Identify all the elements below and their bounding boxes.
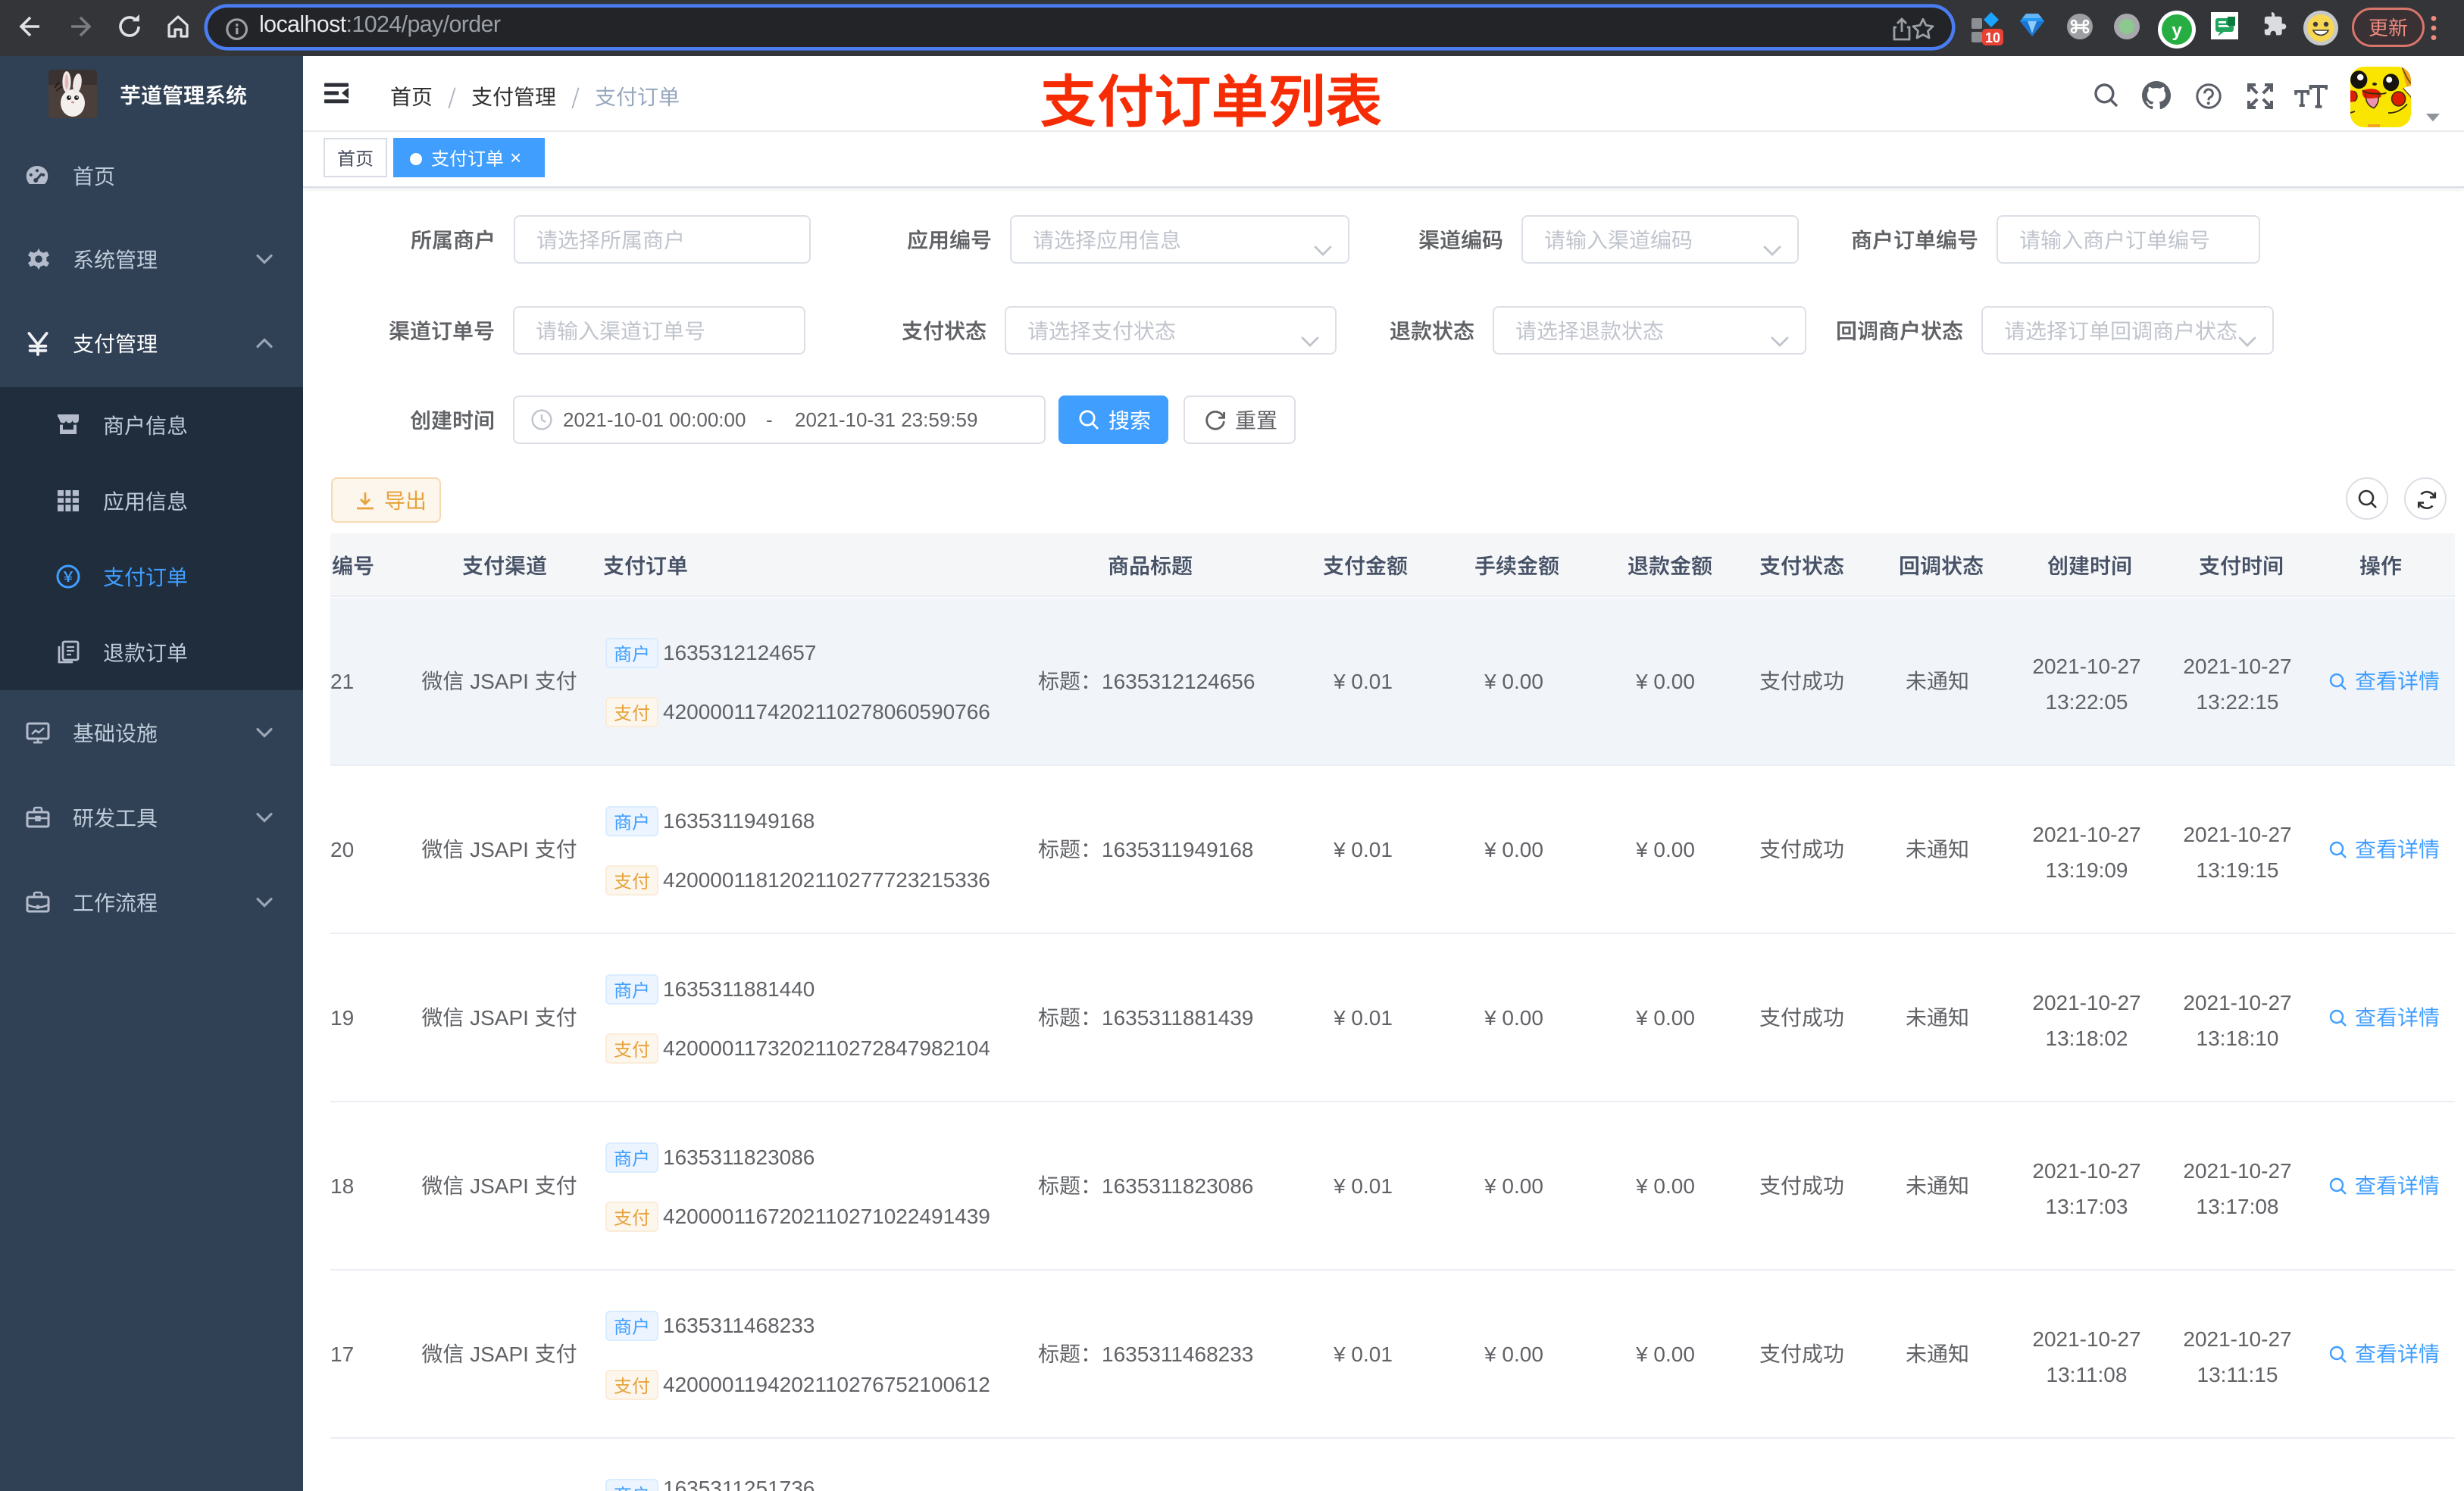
svg-text:y: y bbox=[2172, 20, 2182, 41]
svg-text:10: 10 bbox=[1985, 30, 2000, 45]
svg-text:￥: ￥ bbox=[61, 566, 75, 586]
